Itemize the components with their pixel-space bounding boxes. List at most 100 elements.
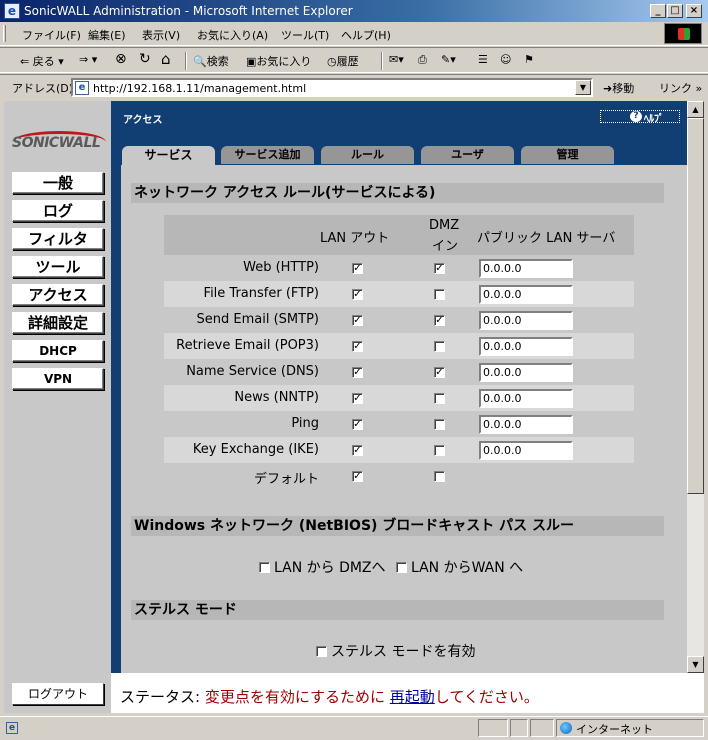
public-lan-server-input[interactable]: 0.0.0.0 [479,415,573,434]
service-name: Retrieve Email (POP3) [176,338,319,353]
close-button[interactable]: × [686,4,702,18]
back-button[interactable]: ⇐ 戻る ▾ [20,53,64,69]
lan-to-dmz-label: LAN から DMZへ [274,560,386,576]
nav-general-button[interactable]: 一般 [12,172,104,194]
browser-status-bar: e インターネット [0,716,708,740]
public-lan-server-input[interactable]: 0.0.0.0 [479,389,573,408]
favorites-button[interactable]: ▣お気に入り [246,53,311,69]
table-row: デフォルト ✓ [164,463,634,489]
dmz-in-checkbox[interactable] [434,393,445,404]
status-frame-sidebar: ログアウト [4,673,111,713]
public-lan-server-input[interactable]: 0.0.0.0 [479,337,573,356]
tab-management[interactable]: 管理 [521,146,614,164]
public-lan-server-input[interactable]: 0.0.0.0 [479,441,573,460]
print-icon[interactable]: ⎙ [418,53,427,67]
dmz-in-checkbox[interactable] [434,471,445,482]
lan-out-checkbox[interactable]: ✓ [352,289,363,300]
refresh-icon[interactable]: ↻ [139,51,151,67]
scroll-down-icon[interactable]: ▼ [687,656,704,673]
go-button[interactable]: ➜移動 [603,80,634,96]
tab-services[interactable]: サービス [122,146,215,166]
lan-out-checkbox[interactable]: ✓ [352,471,363,482]
restart-link[interactable]: 再起動 [390,688,435,706]
dmz-in-checkbox[interactable] [434,289,445,300]
history-icon: ◷ [327,55,337,68]
menu-tools[interactable]: ツール(T) [281,27,329,43]
lan-out-checkbox[interactable]: ✓ [352,393,363,404]
forward-button[interactable]: ⇒ ▾ [79,53,97,66]
lan-out-checkbox[interactable]: ✓ [352,315,363,326]
lan-out-checkbox[interactable]: ✓ [352,445,363,456]
logout-button[interactable]: ログアウト [12,683,104,705]
dmz-in-checkbox[interactable]: ✓ [434,263,445,274]
mail-icon[interactable]: ✉▾ [389,53,404,66]
public-lan-server-input[interactable]: 0.0.0.0 [479,259,573,278]
public-lan-server-input[interactable]: 0.0.0.0 [479,363,573,382]
service-name: Web (HTTP) [243,260,319,275]
links-button[interactable]: リンク » [659,80,702,96]
help-icon: ? [630,111,642,122]
nav-log-button[interactable]: ログ [12,200,104,222]
menu-help[interactable]: ヘルプ(H) [341,27,391,43]
vertical-scrollbar[interactable]: ▲ ▼ [687,101,704,673]
scroll-up-icon[interactable]: ▲ [687,101,704,118]
lan-to-wan-checkbox[interactable] [395,562,407,573]
lan-to-dmz-checkbox[interactable] [259,562,270,573]
lan-out-checkbox[interactable]: ✓ [352,367,363,378]
home-icon[interactable]: ⌂ [161,50,171,68]
table-row: News (NNTP) ✓ 0.0.0.0 [164,385,634,411]
messenger-icon[interactable]: ☺ [500,53,511,66]
address-label: アドレス(D) [12,82,74,95]
address-input[interactable]: e http://192.168.1.11/management.html ▼ [71,78,593,97]
tab-add-service[interactable]: サービス追加 [221,146,314,164]
edit-icon[interactable]: ✎▾ [441,53,456,66]
ie-app-icon: e [4,3,20,19]
window-title: SonicWALL Administration - Microsoft Int… [24,4,353,18]
tab-users[interactable]: ユーザ [421,146,514,164]
nav-tools-button[interactable]: ツール [12,256,104,278]
menubar-grip [3,25,6,42]
menu-edit[interactable]: 編集(E) [88,27,126,43]
nav-vpn-button[interactable]: VPN [12,368,104,390]
table-row: Retrieve Email (POP3) ✓ 0.0.0.0 [164,333,634,359]
nav-dhcp-button[interactable]: DHCP [12,340,104,362]
lan-out-checkbox[interactable]: ✓ [352,341,363,352]
tab-rules[interactable]: ルール [321,146,414,164]
nav-advanced-button[interactable]: 詳細設定 [12,312,104,334]
lan-to-wan-label: LAN からWAN へ [410,560,524,576]
dmz-in-checkbox[interactable] [434,419,445,430]
maximize-button[interactable]: □ [667,4,683,18]
public-lan-server-input[interactable]: 0.0.0.0 [479,285,573,304]
status-frame: ログアウト ステータス: 変更点を有効にするために 再起動してください。 [4,673,704,713]
nav-filter-button[interactable]: フィルタ [12,228,104,250]
lan-out-checkbox[interactable]: ✓ [352,419,363,430]
research-icon[interactable]: ⚑ [524,53,534,66]
address-url[interactable]: http://192.168.1.11/management.html [93,82,306,95]
stop-icon[interactable]: ⊗ [115,51,127,67]
history-button[interactable]: ◷履歴 [327,53,359,69]
lan-out-checkbox[interactable]: ✓ [352,263,363,274]
service-name: Send Email (SMTP) [196,312,319,327]
address-bar: アドレス(D) e http://192.168.1.11/management… [0,74,708,100]
minimize-button[interactable]: _ [650,4,666,18]
dmz-in-checkbox[interactable] [434,445,445,456]
search-button[interactable]: 🔍検索 [193,53,229,69]
status-text-end: してください。 [434,688,539,706]
dmz-in-checkbox[interactable]: ✓ [434,315,445,326]
menu-bar: ファイル(F) 編集(E) 表示(V) お気に入り(A) ツール(T) ヘルプ(… [0,22,708,46]
public-lan-server-input[interactable]: 0.0.0.0 [479,311,573,330]
help-button[interactable]: ? ﾍﾙﾌﾟ [600,110,680,125]
dmz-in-checkbox[interactable] [434,341,445,352]
menu-file[interactable]: ファイル(F) [22,27,81,43]
menu-favorites[interactable]: お気に入り(A) [197,27,268,43]
dmz-in-checkbox[interactable]: ✓ [434,367,445,378]
address-dropdown-icon[interactable]: ▼ [575,80,591,95]
favorites-icon: ▣ [246,55,257,68]
scroll-thumb[interactable] [687,118,704,494]
title-bar: e SonicWALL Administration - Microsoft I… [0,0,708,22]
stealth-mode-checkbox[interactable] [316,646,327,657]
menu-view[interactable]: 表示(V) [142,27,180,43]
service-name: News (NNTP) [234,390,319,405]
nav-access-button[interactable]: アクセス [12,284,104,306]
discuss-icon[interactable]: ☰ [478,53,488,66]
